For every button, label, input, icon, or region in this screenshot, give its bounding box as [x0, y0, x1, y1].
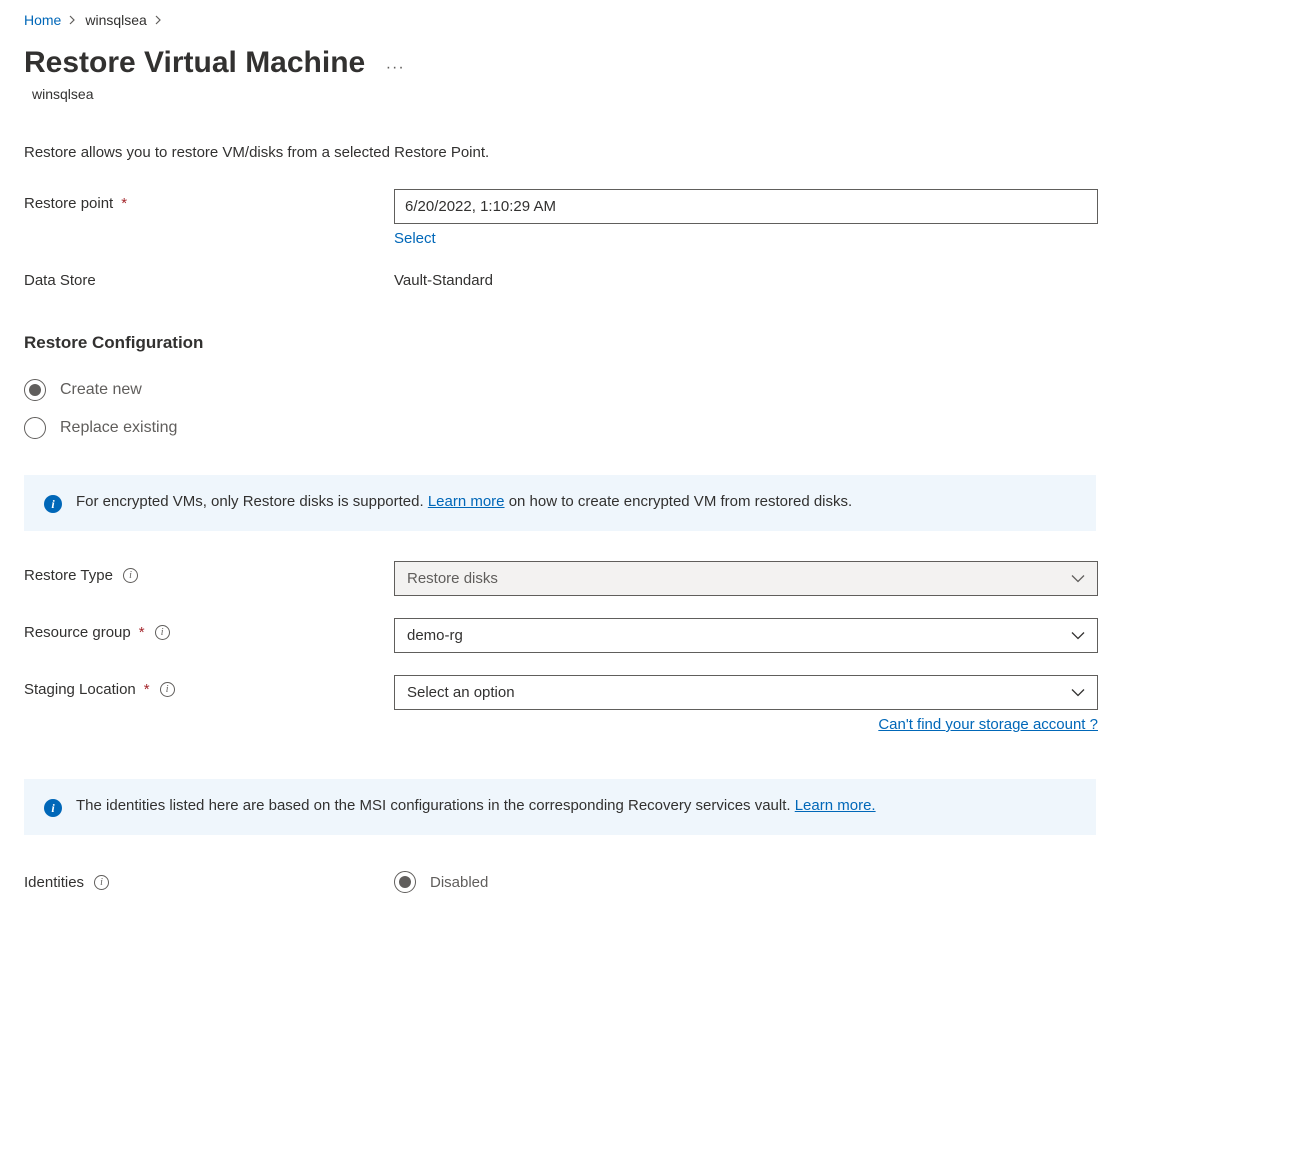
staging-location-label: Staging Location* i — [24, 675, 394, 698]
chevron-right-icon — [155, 12, 163, 28]
required-star-icon: * — [144, 681, 150, 698]
restore-configuration-heading: Restore Configuration — [24, 333, 1288, 353]
staging-location-select[interactable]: Select an option — [394, 675, 1098, 710]
replace-existing-label: Replace existing — [60, 419, 177, 437]
restore-point-input[interactable] — [394, 189, 1098, 224]
restore-type-select: Restore disks — [394, 561, 1098, 596]
info-icon: i — [44, 799, 62, 817]
resource-group-select[interactable]: demo-rg — [394, 618, 1098, 653]
restore-config-radio-group: Create new Replace existing — [24, 379, 1288, 439]
info-icon[interactable]: i — [123, 568, 138, 583]
info-icon: i — [44, 495, 62, 513]
identities-learn-more-link[interactable]: Learn more. — [795, 797, 876, 814]
select-restore-point-link[interactable]: Select — [394, 230, 436, 247]
resource-group-label: Resource group* i — [24, 618, 394, 641]
radio-icon — [394, 871, 416, 893]
page-subtitle: winsqlsea — [32, 86, 1288, 102]
encrypted-banner-text-post: on how to create encrypted VM from resto… — [505, 493, 853, 510]
restore-type-label: Restore Type i — [24, 561, 394, 584]
radio-icon — [24, 379, 46, 401]
create-new-radio[interactable]: Create new — [24, 379, 1288, 401]
page-description: Restore allows you to restore VM/disks f… — [24, 144, 1288, 161]
create-new-label: Create new — [60, 381, 142, 399]
encrypted-banner-text-pre: For encrypted VMs, only Restore disks is… — [76, 493, 428, 510]
chevron-down-icon — [1071, 631, 1085, 640]
breadcrumb: Home winsqlsea — [24, 12, 1288, 28]
encrypted-learn-more-link[interactable]: Learn more — [428, 493, 505, 510]
more-menu-button[interactable]: ··· — [386, 59, 405, 77]
identities-banner-text: The identities listed here are based on … — [76, 797, 795, 814]
chevron-down-icon — [1071, 688, 1085, 697]
identities-label: Identities i — [24, 874, 394, 891]
page-title: Restore Virtual Machine — [24, 46, 365, 80]
required-star-icon: * — [121, 195, 127, 212]
required-star-icon: * — [139, 624, 145, 641]
info-icon[interactable]: i — [155, 625, 170, 640]
radio-icon — [24, 417, 46, 439]
replace-existing-radio[interactable]: Replace existing — [24, 417, 1288, 439]
identities-info-banner: i The identities listed here are based o… — [24, 779, 1096, 835]
data-store-value: Vault-Standard — [394, 266, 1098, 289]
chevron-down-icon — [1071, 574, 1085, 583]
restore-point-label: Restore point* — [24, 189, 394, 212]
info-icon[interactable]: i — [160, 682, 175, 697]
data-store-label: Data Store — [24, 266, 394, 289]
info-icon[interactable]: i — [94, 875, 109, 890]
breadcrumb-home[interactable]: Home — [24, 12, 61, 28]
identities-disabled-radio[interactable]: Disabled — [394, 871, 488, 893]
identities-value-label: Disabled — [430, 874, 488, 891]
breadcrumb-vm[interactable]: winsqlsea — [85, 12, 146, 28]
encrypted-vms-info-banner: i For encrypted VMs, only Restore disks … — [24, 475, 1096, 531]
chevron-right-icon — [69, 12, 77, 28]
cant-find-storage-link[interactable]: Can't find your storage account ? — [394, 716, 1098, 733]
